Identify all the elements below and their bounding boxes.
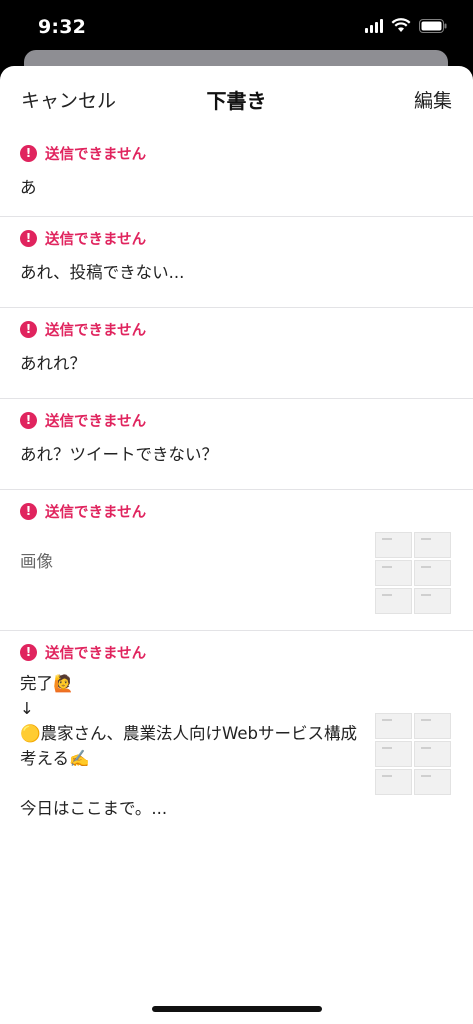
draft-item[interactable]: ! 送信できません あれ、投稿できない... <box>0 217 473 308</box>
battery-icon <box>419 18 447 33</box>
page-title: 下書き <box>206 89 267 113</box>
error-status: ! 送信できません <box>20 227 453 249</box>
error-label: 送信できません <box>45 413 147 430</box>
home-indicator <box>152 1006 322 1012</box>
draft-item[interactable]: ! 送信できません あれれ？ <box>0 308 473 399</box>
error-label: 送信できません <box>45 645 147 662</box>
error-icon: ! <box>20 320 37 338</box>
draft-item[interactable]: ! 送信できません あれ？ツイートできない？ <box>0 399 473 490</box>
error-status: ! 送信できません <box>20 142 453 164</box>
image-thumbnail <box>375 713 451 795</box>
wifi-icon <box>391 18 411 33</box>
cellular-signal-icon <box>365 18 383 33</box>
status-icons <box>365 18 447 33</box>
error-icon: ! <box>20 411 37 429</box>
draft-text: あれ？ツイートできない？ <box>20 445 218 464</box>
error-status: ! 送信できません <box>20 500 453 522</box>
drafts-sheet: キャンセル 下書き 編集 ! 送信できません あ ! 送信できません あれ、投稿… <box>0 66 473 1024</box>
draft-item[interactable]: ! 送信できません 完了🙋 ↓ 🟡農家さん、農業法人向けWebサービス構成考える… <box>0 631 473 851</box>
image-thumbnail <box>375 532 451 614</box>
draft-text: 完了🙋 ↓ 🟡農家さん、農業法人向けWebサービス構成考える✍️ 今日はここまで… <box>20 674 358 818</box>
drafts-list: ! 送信できません あ ! 送信できません あれ、投稿できない... ! 送信で… <box>0 132 473 851</box>
error-status: ! 送信できません <box>20 318 453 340</box>
error-status: ! 送信できません <box>20 641 453 663</box>
error-label: 送信できません <box>45 504 147 521</box>
draft-text: あれ、投稿できない... <box>20 263 185 282</box>
error-icon: ! <box>20 144 37 162</box>
error-icon: ! <box>20 229 37 247</box>
edit-button[interactable]: 編集 <box>414 86 452 113</box>
error-icon: ! <box>20 643 37 661</box>
draft-item[interactable]: ! 送信できません 画像 <box>0 490 473 631</box>
draft-text: あれれ？ <box>20 354 86 373</box>
status-time: 9:32 <box>38 16 87 38</box>
error-icon: ! <box>20 502 37 520</box>
error-label: 送信できません <box>45 146 147 163</box>
draft-item[interactable]: ! 送信できません あ <box>0 132 473 217</box>
error-label: 送信できません <box>45 322 147 339</box>
error-status: ! 送信できません <box>20 409 453 431</box>
error-label: 送信できません <box>45 231 147 248</box>
draft-text: あ <box>20 178 37 197</box>
status-bar: 9:32 <box>0 0 473 52</box>
navigation-bar: キャンセル 下書き 編集 <box>0 66 473 132</box>
